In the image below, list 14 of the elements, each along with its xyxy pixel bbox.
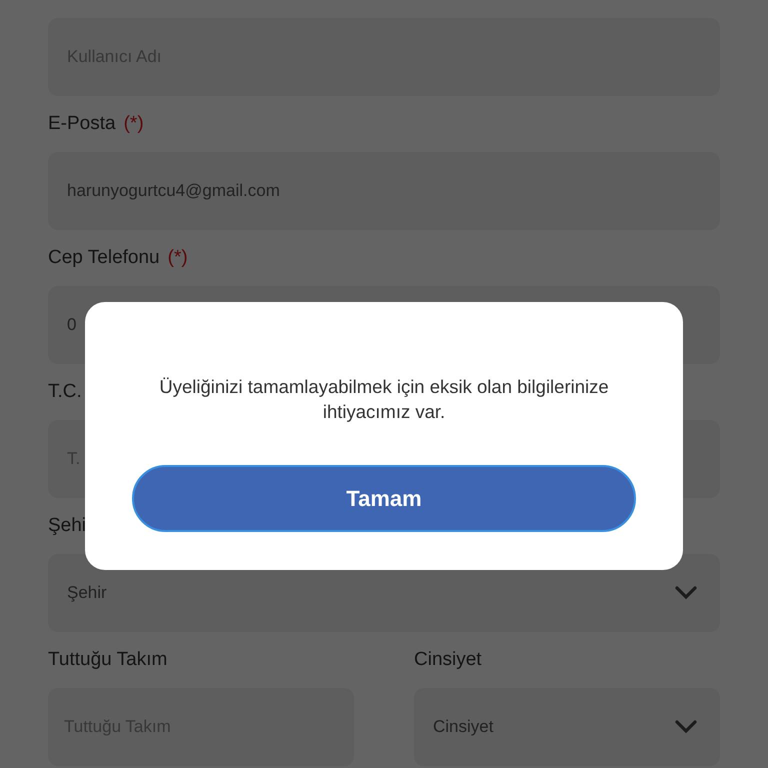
field-label: Tuttuğu Takım [48,649,168,671]
required-mark: (*) [124,113,144,135]
field-label: Cinsiyet [414,649,482,671]
dialog-message: Üyeliğinizi tamamlayabilmek için eksik olan bilgilerinize ihtiyacımız var. [158,375,610,424]
field-label: Şehi [48,515,86,537]
dropdown[interactable]: Cinsiyet [414,688,720,766]
required-mark: (*) [168,247,188,269]
field-label: E-Posta [48,113,116,135]
ok-button[interactable]: Tamam [132,465,636,532]
field-label: Cep Telefonu [48,247,160,269]
chevron-down-icon [674,719,698,735]
input-field[interactable]: harunyogurtcu4@gmail.com [48,152,720,230]
chevron-down-icon [674,585,698,601]
field-label: T.C. [48,381,82,403]
